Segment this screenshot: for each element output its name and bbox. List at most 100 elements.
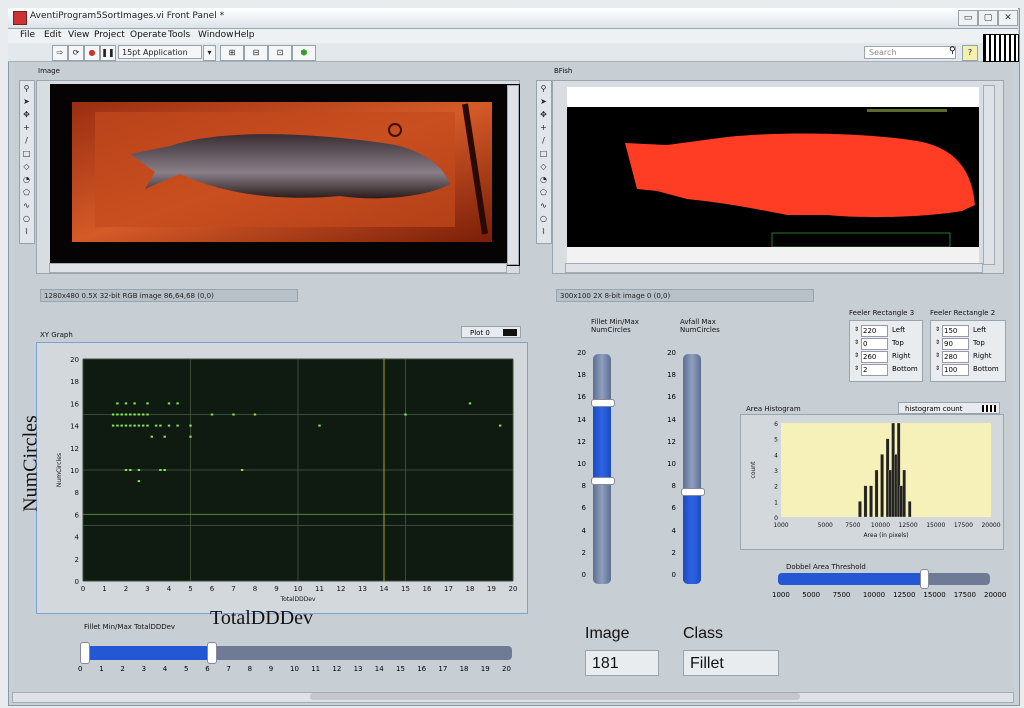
xy-data-point: [240, 469, 244, 471]
numeric-stepper-icon[interactable]: ⇕: [854, 326, 859, 333]
numeric-stepper-icon[interactable]: ⇕: [935, 339, 940, 346]
xy-data-point: [137, 424, 141, 427]
numeric-stepper-icon[interactable]: ⇕: [854, 365, 859, 372]
window-title: AventiProgram5SortImages.vi Front Panel …: [30, 11, 225, 21]
broken-line-icon[interactable]: ⌇: [538, 226, 549, 237]
annulus-icon[interactable]: ◔: [21, 174, 32, 185]
line-icon[interactable]: /: [21, 135, 32, 146]
xy-data-point: [124, 424, 128, 427]
pointer-icon[interactable]: ➤: [538, 96, 549, 107]
feeler-value-field[interactable]: 90: [942, 338, 969, 350]
xy-x-tick: 15: [401, 585, 410, 593]
fillet-slider-min-thumb[interactable]: [591, 477, 615, 486]
distribute-objects-icon[interactable]: ⊟: [244, 45, 268, 61]
zoom-icon[interactable]: ⚲: [538, 83, 549, 94]
panel-scroll-thumb[interactable]: [310, 693, 800, 700]
xy-data-point: [210, 413, 214, 416]
image-display[interactable]: [36, 80, 520, 274]
numeric-stepper-icon[interactable]: ⇕: [935, 352, 940, 359]
fillet-total-slider-min-thumb[interactable]: [80, 642, 90, 664]
resize-objects-icon[interactable]: ⊡: [268, 45, 292, 61]
line-icon[interactable]: /: [538, 135, 549, 146]
zoom-icon[interactable]: ⚲: [21, 83, 32, 94]
pointer-icon[interactable]: ➤: [21, 96, 32, 107]
image-horizontal-scrollbar[interactable]: [49, 263, 507, 273]
xy-y-tick: 20: [70, 356, 79, 364]
menu-tools[interactable]: Tools: [168, 30, 190, 40]
oval-icon[interactable]: ○: [538, 213, 549, 224]
freehand-icon[interactable]: ∿: [21, 200, 32, 211]
rectangle-icon[interactable]: □: [538, 148, 549, 159]
pan-icon[interactable]: ✥: [21, 109, 32, 120]
search-icon[interactable]: ⚲: [949, 46, 956, 56]
reorder-icon[interactable]: ⬢: [292, 45, 316, 61]
xy-x-tick: 18: [466, 585, 475, 593]
bfish-horizontal-scrollbar[interactable]: [565, 263, 983, 273]
dobbel-slider-thumb[interactable]: [920, 569, 930, 589]
histogram-legend[interactable]: histogram count: [898, 402, 1000, 414]
oval-icon[interactable]: ○: [21, 213, 32, 224]
menu-window[interactable]: Window: [198, 30, 234, 40]
numeric-stepper-icon[interactable]: ⇕: [854, 339, 859, 346]
xy-x-tick: 0: [81, 585, 85, 593]
freehand-icon[interactable]: ∿: [538, 200, 549, 211]
search-input[interactable]: Search: [864, 46, 956, 59]
numeric-stepper-icon[interactable]: ⇕: [854, 352, 859, 359]
rotated-rect-icon[interactable]: ◇: [538, 161, 549, 172]
bfish-vertical-scrollbar[interactable]: [983, 85, 995, 265]
point-icon[interactable]: +: [21, 122, 32, 133]
feeler-field-label: Bottom: [892, 365, 918, 373]
point-icon[interactable]: +: [538, 122, 549, 133]
chevron-down-icon[interactable]: ▾: [203, 45, 216, 61]
area-histogram[interactable]: 6 5 4 3 2 1 0 1000 5000 7500 10000 12500 15000 17500 2…: [740, 414, 1004, 550]
pause-icon[interactable]: ❚❚: [100, 45, 116, 61]
xy-x-tick: 10: [294, 585, 303, 593]
maximize-button[interactable]: ▢: [978, 10, 998, 26]
feeler-value-field[interactable]: 280: [942, 351, 969, 363]
close-button[interactable]: ✕: [998, 10, 1018, 26]
rotated-rect-icon[interactable]: ◇: [21, 161, 32, 172]
abort-icon[interactable]: ●: [84, 45, 100, 61]
broken-line-icon[interactable]: ⌇: [21, 226, 32, 237]
pan-icon[interactable]: ✥: [538, 109, 549, 120]
histogram-y-tick: 6: [774, 421, 778, 428]
menu-view[interactable]: View: [68, 30, 89, 40]
xy-graph[interactable]: 0 1 2 3 4 5 6 7 8 9 10 11 12 13 14 15 16 17 18 19 20 0 2 4 6 8 10 1…: [36, 342, 528, 614]
numeric-stepper-icon[interactable]: ⇕: [935, 365, 940, 372]
feeler-value-field[interactable]: 150: [942, 325, 969, 337]
xy-x-tick: 6: [210, 585, 215, 593]
run-arrow-icon[interactable]: ⇨: [52, 45, 68, 61]
plot-legend[interactable]: Plot 0: [461, 326, 521, 338]
minimize-button[interactable]: ▭: [958, 10, 978, 26]
fillet-total-slider-max-thumb[interactable]: [207, 642, 218, 664]
annulus-icon[interactable]: ◔: [538, 174, 549, 185]
feeler-value-field[interactable]: 2: [861, 364, 888, 376]
align-objects-icon[interactable]: ⊞: [220, 45, 244, 61]
help-button[interactable]: ?: [962, 45, 978, 61]
menu-help[interactable]: Help: [234, 30, 255, 40]
menu-file[interactable]: File: [20, 30, 35, 40]
bfish-display[interactable]: [552, 80, 1004, 274]
polygon-icon[interactable]: ⬠: [21, 187, 32, 198]
feeler-value-field[interactable]: 260: [861, 351, 888, 363]
feeler-value-field[interactable]: 220: [861, 325, 888, 337]
scale-tick: 1: [99, 665, 104, 673]
area-histogram-label: Area Histogram: [746, 405, 801, 413]
scale-tick: 15: [396, 665, 405, 673]
numeric-stepper-icon[interactable]: ⇕: [935, 326, 940, 333]
avfall-slider-scale: 20 18 16 14 12 10 8 6 4 2 0: [658, 349, 678, 584]
feeler-value-field[interactable]: 100: [942, 364, 969, 376]
feeler-value-field[interactable]: 0: [861, 338, 888, 350]
menu-edit[interactable]: Edit: [44, 30, 61, 40]
menu-operate[interactable]: Operate: [130, 30, 167, 40]
polygon-icon[interactable]: ⬠: [538, 187, 549, 198]
avfall-slider-thumb[interactable]: [681, 488, 705, 497]
image-vertical-scrollbar[interactable]: [507, 85, 519, 265]
menu-project[interactable]: Project: [94, 30, 125, 40]
run-continuously-icon[interactable]: ⟳: [68, 45, 84, 61]
rectangle-icon[interactable]: □: [21, 148, 32, 159]
font-select[interactable]: 15pt Application Font: [118, 45, 202, 71]
bfish-binary-image: [567, 107, 979, 247]
fillet-slider-max-thumb[interactable]: [591, 399, 615, 408]
scale-tick: 2: [120, 665, 125, 673]
